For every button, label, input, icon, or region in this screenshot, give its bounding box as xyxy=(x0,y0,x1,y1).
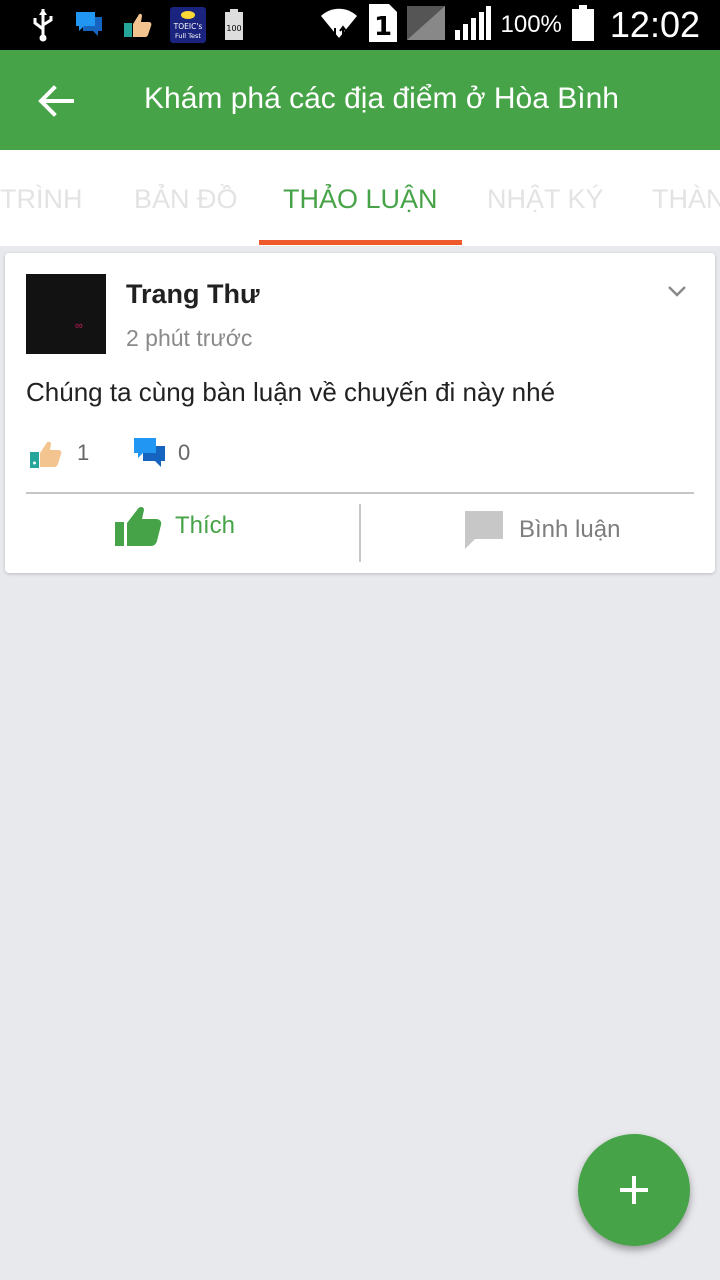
signal-strength-icon xyxy=(454,5,491,45)
comment-icon xyxy=(465,511,503,549)
like-label: Thích xyxy=(175,512,236,539)
post-time: 2 phút trước xyxy=(126,325,253,351)
tab-thanh-vien[interactable]: THÀN xyxy=(652,184,720,215)
back-button[interactable] xyxy=(30,76,80,126)
page-title: Khám phá các địa điểm ở Hòa Bình xyxy=(144,82,619,115)
avatar[interactable]: ∞ xyxy=(26,274,106,354)
post-card: ∞ Trang Thư 2 phút trước Chúng ta cùng b… xyxy=(5,253,715,573)
like-count: 1 xyxy=(77,440,90,465)
tab-bar: TRÌNH BẢN ĐỒ THẢO LUẬN NHẬT KÝ THÀN xyxy=(0,150,720,246)
post-author[interactable]: Trang Thư xyxy=(126,279,260,310)
svg-text:1: 1 xyxy=(373,12,391,42)
signal-icon xyxy=(406,5,445,45)
like-button[interactable]: Thích xyxy=(115,503,235,549)
chat-notification-icon xyxy=(74,10,104,45)
comment-count: 0 xyxy=(178,440,191,465)
thumbs-up-icon xyxy=(115,507,162,546)
svg-text:100: 100 xyxy=(226,24,241,33)
wifi-icon xyxy=(319,4,359,47)
battery-percent: 100% xyxy=(500,11,562,38)
post-text: Chúng ta cùng bàn luận về chuyến đi này … xyxy=(26,377,556,407)
comment-button[interactable]: Bình luận xyxy=(463,507,620,553)
clock: 12:02 xyxy=(609,4,700,45)
divider xyxy=(26,492,694,494)
battery-icon xyxy=(571,4,594,46)
like-count-icon xyxy=(30,439,62,474)
toeic-app-icon: TOEIC's Full Test xyxy=(170,7,206,48)
add-post-button[interactable] xyxy=(578,1134,690,1246)
tab-indicator xyxy=(259,240,462,245)
comment-count-icon xyxy=(133,437,167,474)
tab-nhat-ky[interactable]: NHẬT KÝ xyxy=(487,184,604,215)
like-notification-icon xyxy=(122,10,152,45)
post-menu-button[interactable] xyxy=(665,281,689,301)
plus-icon xyxy=(620,1176,648,1204)
tab-trinh[interactable]: TRÌNH xyxy=(0,184,83,215)
battery-saver-icon: 100 xyxy=(224,9,244,46)
status-bar: TOEIC's Full Test 100 1 100% 12:02 xyxy=(0,0,720,50)
chevron-down-icon xyxy=(668,286,686,297)
app-bar: Khám phá các địa điểm ở Hòa Bình xyxy=(0,50,720,150)
usb-icon xyxy=(30,7,56,48)
arrow-back-icon xyxy=(38,85,74,117)
sim-icon: 1 xyxy=(368,3,397,47)
comment-label: Bình luận xyxy=(519,516,621,543)
tab-ban-do[interactable]: BẢN ĐỒ xyxy=(134,184,238,215)
svg-text:Full Test: Full Test xyxy=(175,32,201,40)
svg-text:TOEIC's: TOEIC's xyxy=(173,22,203,31)
tab-thao-luan[interactable]: THẢO LUẬN xyxy=(283,184,438,215)
action-divider xyxy=(359,504,361,562)
avatar-glyph: ∞ xyxy=(75,320,83,332)
